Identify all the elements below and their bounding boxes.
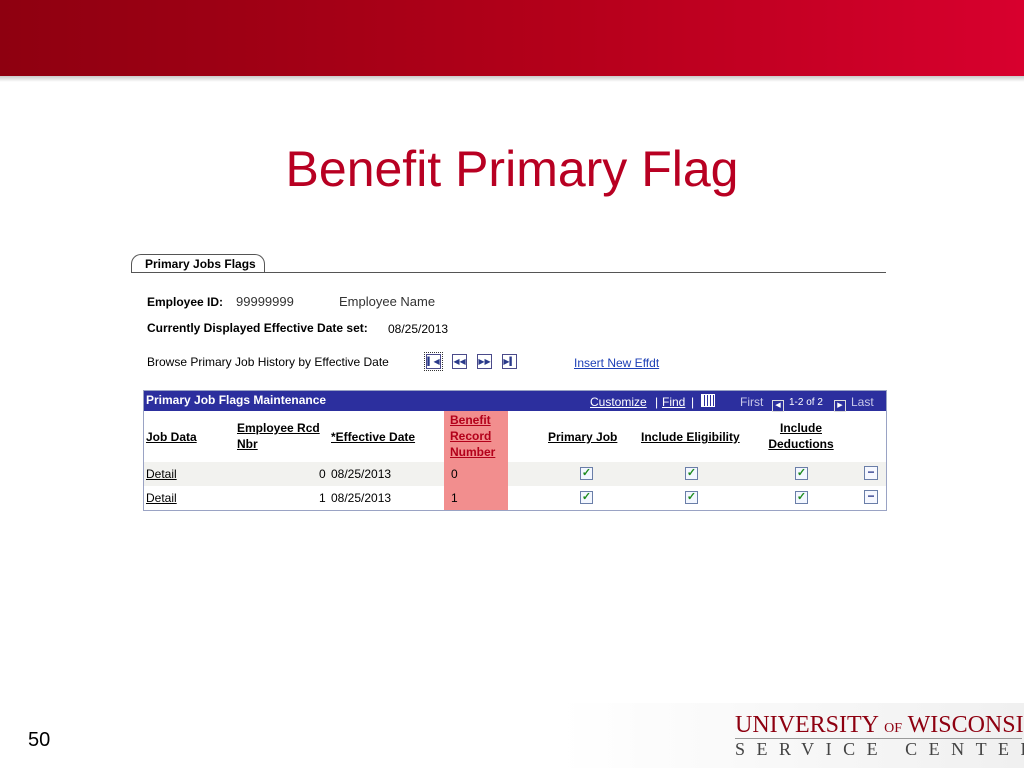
delete-row-button[interactable]: − (864, 466, 878, 480)
tab-primary-jobs-flags[interactable]: Primary Jobs Flags (131, 254, 265, 273)
job-data-detail-link[interactable]: Detail (146, 467, 177, 481)
fast-forward-icon: ▶▶ (478, 356, 491, 366)
header-benefit-3[interactable]: Number (450, 444, 495, 460)
header-include-ded-1[interactable]: Include (766, 420, 836, 436)
header-emp-rcd-1[interactable]: Employee Rcd (237, 420, 320, 436)
header-benefit-2[interactable]: Record (450, 428, 491, 444)
benefit-record-number: 0 (451, 467, 458, 481)
header-benefit-1[interactable]: Benefit (450, 412, 491, 428)
grid-title: Primary Job Flags Maintenance (146, 393, 327, 407)
left-arrow-icon: ◀ (772, 400, 784, 412)
prev-effdt-button[interactable]: ◀◀ (452, 354, 467, 369)
customize-link[interactable]: Customize (590, 395, 647, 409)
effdt-set-label: Currently Displayed Effective Date set: (147, 321, 368, 335)
last-effdt-button[interactable]: ▶▍ (502, 354, 517, 369)
logo-wisconsin: WISCONSIN (907, 712, 1024, 738)
row-range: 1-2 of 2 (789, 397, 823, 408)
table-row (144, 486, 886, 510)
skip-first-icon: ▍◀ (427, 356, 440, 366)
header-primary-job[interactable]: Primary Job (548, 429, 617, 445)
delete-row-button[interactable]: − (864, 490, 878, 504)
effective-date: 08/25/2013 (331, 491, 392, 505)
job-data-detail-link[interactable]: Detail (146, 491, 177, 505)
tab-divider (131, 272, 886, 273)
first-link: First (740, 395, 764, 409)
university-logo-line2: SERVICE CENTER (735, 739, 1024, 759)
include-deductions-checkbox[interactable]: ✓ (795, 491, 808, 504)
browse-label: Browse Primary Job History by Effective … (147, 355, 389, 369)
benefit-record-number: 1 (451, 491, 458, 505)
find-link[interactable]: Find (662, 395, 685, 409)
header-job-data[interactable]: Job Data (146, 429, 197, 445)
employee-name-value: Employee Name (339, 294, 436, 309)
effdt-set-value: 08/25/2013 (388, 322, 449, 336)
primary-job-checkbox[interactable]: ✓ (580, 491, 593, 504)
header-include-ded-2[interactable]: Deductions (766, 436, 836, 452)
university-logo-line1: UNIVERSITY OF WISCONSIN (735, 712, 1024, 739)
effective-date: 08/25/2013 (331, 467, 392, 481)
prev-row-button[interactable]: ◀ (772, 395, 784, 412)
header-shadow (0, 76, 1024, 82)
primary-job-checkbox[interactable]: ✓ (580, 467, 593, 480)
bar-separator: | (655, 395, 659, 409)
employee-id-value: 99999999 (236, 294, 294, 309)
header-band (0, 0, 1024, 76)
table-row (144, 462, 886, 486)
header-include-eligibility[interactable]: Include Eligibility (641, 429, 740, 445)
rewind-icon: ◀◀ (453, 356, 466, 366)
first-effdt-button[interactable]: ▍◀ (424, 352, 443, 371)
last-link: Last (851, 395, 874, 409)
slide-title: Benefit Primary Flag (285, 141, 739, 197)
skip-last-icon: ▶▍ (503, 356, 516, 366)
header-effective-date[interactable]: *Effective Date (331, 429, 415, 445)
include-deductions-checkbox[interactable]: ✓ (795, 467, 808, 480)
bar-separator-2: | (691, 395, 695, 409)
logo-university: UNIVERSITY (735, 712, 879, 738)
emp-rcd-nbr: 0 (319, 467, 326, 481)
include-eligibility-checkbox[interactable]: ✓ (685, 491, 698, 504)
minus-icon: − (867, 465, 875, 479)
insert-new-effdt-link[interactable]: Insert New Effdt (574, 356, 659, 370)
minus-icon: − (867, 489, 875, 503)
next-row-button[interactable]: ▶ (834, 395, 846, 412)
header-emp-rcd-2[interactable]: Nbr (237, 436, 258, 452)
include-eligibility-checkbox[interactable]: ✓ (685, 467, 698, 480)
right-arrow-icon: ▶ (834, 400, 846, 412)
view-all-grid-icon[interactable] (701, 394, 715, 407)
primary-job-flags-grid: Primary Job Flags Maintenance Customize … (143, 390, 887, 511)
emp-rcd-nbr: 1 (319, 491, 326, 505)
slide-page-number: 50 (28, 729, 51, 751)
logo-of: OF (884, 721, 903, 736)
employee-id-label: Employee ID: (147, 295, 224, 309)
next-effdt-button[interactable]: ▶▶ (477, 354, 492, 369)
grid-title-bar: Primary Job Flags Maintenance Customize … (144, 391, 886, 412)
